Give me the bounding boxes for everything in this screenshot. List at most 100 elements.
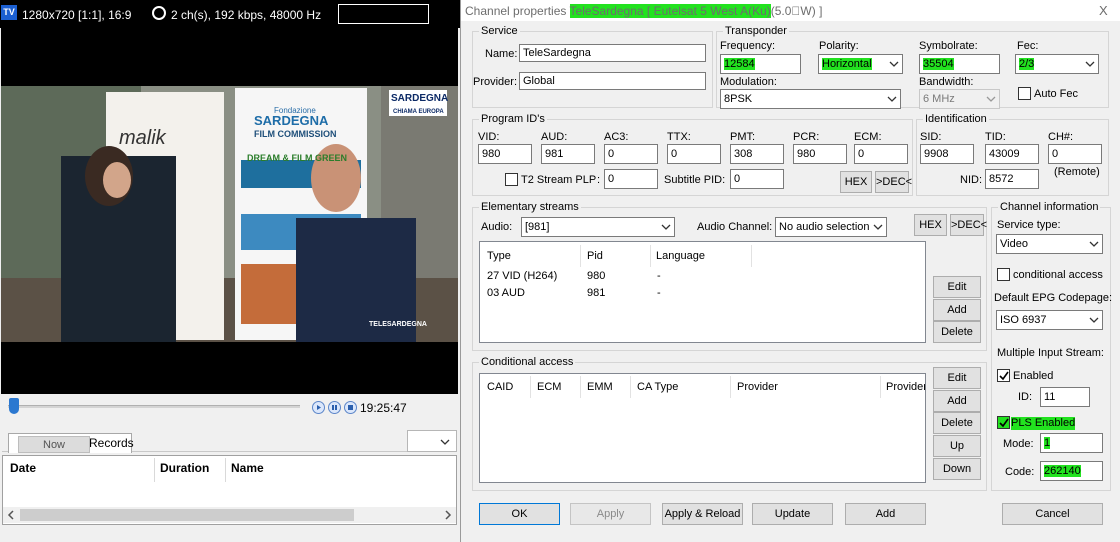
modulation-select[interactable]: 8PSK xyxy=(720,89,901,109)
ca-down-button[interactable]: Down xyxy=(933,458,981,480)
pcr-field[interactable]: 980 xyxy=(793,144,847,164)
pids-hex-button[interactable]: HEX xyxy=(840,171,872,193)
ca-col-emm[interactable]: EMM xyxy=(587,381,613,394)
audio-channel-value: No audio selection xyxy=(779,221,870,233)
chevron-down-icon xyxy=(889,61,899,67)
player-panel: TV 1280x720 [1:1], 16:9 2 ch(s), 192 kbp… xyxy=(0,0,460,542)
aud-field[interactable]: 981 xyxy=(541,144,595,164)
pause-icon[interactable] xyxy=(328,401,341,414)
audio-channel-select[interactable]: No audio selection xyxy=(775,217,887,237)
apply-button[interactable]: Apply xyxy=(570,503,651,525)
polarity-select[interactable]: Horizontal xyxy=(818,54,903,74)
close-icon[interactable]: X xyxy=(1099,3,1108,18)
pls-enabled-checkbox[interactable] xyxy=(997,416,1010,429)
streams-list[interactable]: Type Pid Language 27 VID (H264) 980 - 03… xyxy=(479,241,926,343)
resolution-info: 1280x720 [1:1], 16:9 xyxy=(22,8,132,22)
ecm-field[interactable]: 0 xyxy=(854,144,908,164)
epg-hscrollbar[interactable] xyxy=(3,507,456,523)
vid-field[interactable]: 980 xyxy=(478,144,532,164)
service-type-value: Video xyxy=(1000,238,1028,250)
ca-edit-button[interactable]: Edit xyxy=(933,367,981,389)
ca-col-caid[interactable]: CAID xyxy=(487,381,513,394)
nid-field[interactable]: 8572 xyxy=(985,169,1039,189)
ca-col-ca-type[interactable]: CA Type xyxy=(637,381,678,394)
video-frame[interactable]: Fondazione SARDEGNA FILM COMMISSION DREA… xyxy=(1,28,458,394)
epg-codepage-select[interactable]: ISO 6937 xyxy=(996,310,1103,330)
ok-button[interactable]: OK xyxy=(479,503,560,525)
scroll-right-icon[interactable] xyxy=(442,507,454,523)
ch-number-field[interactable]: 0 xyxy=(1048,144,1102,164)
tab-records-label: Records xyxy=(89,436,134,450)
epg-col-name[interactable]: Name xyxy=(231,462,264,475)
tab-now-label: Now xyxy=(43,439,66,451)
seek-track[interactable] xyxy=(8,405,300,408)
add-button[interactable]: Add xyxy=(845,503,926,525)
pmt-label: PMT: xyxy=(730,131,756,143)
ca-add-button[interactable]: Add xyxy=(933,390,981,412)
banner-title: SARDEGNA xyxy=(254,113,329,128)
play-icon[interactable] xyxy=(312,401,325,414)
pmt-field[interactable]: 308 xyxy=(730,144,784,164)
name-field[interactable]: TeleSardegna xyxy=(519,44,706,62)
mis-enabled-checkbox[interactable] xyxy=(997,369,1010,382)
epg-col-date[interactable]: Date xyxy=(10,462,36,475)
checkmark-icon xyxy=(999,371,1009,381)
scroll-left-icon[interactable] xyxy=(5,507,17,523)
streams-dec-button[interactable]: >DEC< xyxy=(950,214,987,236)
pcr-label: PCR: xyxy=(793,131,820,143)
streams-col-language[interactable]: Language xyxy=(656,250,705,263)
streams-col-pid[interactable]: Pid xyxy=(587,250,603,263)
auto-fec-label: Auto Fec xyxy=(1034,88,1079,100)
ca-col-provider-2[interactable]: Provider xyxy=(886,381,925,394)
bandwidth-select[interactable]: 6 MHz xyxy=(919,89,1000,109)
table-row[interactable]: 27 VID (H264) 980 - xyxy=(481,269,921,285)
subtitle-pid-field[interactable]: 0 xyxy=(730,169,784,189)
fec-select[interactable]: 2/3 xyxy=(1015,54,1099,74)
ttx-field[interactable]: 0 xyxy=(667,144,721,164)
t2-stream-plp-checkbox[interactable] xyxy=(505,173,518,186)
tab-now[interactable]: Now xyxy=(18,436,90,453)
pls-code-field[interactable]: 262140 xyxy=(1040,461,1103,481)
conditional-access-checkbox[interactable] xyxy=(997,268,1010,281)
mis-id-field[interactable]: 11 xyxy=(1040,387,1090,407)
ch-number-label: CH#: xyxy=(1048,131,1074,143)
epg-dropdown[interactable] xyxy=(407,430,457,452)
service-type-select[interactable]: Video xyxy=(996,234,1103,254)
stop-icon[interactable] xyxy=(344,401,357,414)
ca-col-ecm[interactable]: ECM xyxy=(537,381,561,394)
ca-list[interactable]: CAID ECM EMM CA Type Provider Provider xyxy=(479,373,926,483)
ca-delete-button[interactable]: Delete xyxy=(933,412,981,434)
streams-hex-button[interactable]: HEX xyxy=(914,214,947,236)
streams-edit-button[interactable]: Edit xyxy=(933,276,981,298)
update-button[interactable]: Update xyxy=(752,503,833,525)
pls-mode-field[interactable]: 1 xyxy=(1040,433,1103,453)
symbolrate-field[interactable]: 35504 xyxy=(919,54,1000,74)
epg-scroll-thumb[interactable] xyxy=(20,509,354,521)
tv-logo-icon: TV xyxy=(1,5,17,20)
ca-col-provider[interactable]: Provider xyxy=(737,381,778,394)
apply-reload-button[interactable]: Apply & Reload xyxy=(662,503,743,525)
sid-field[interactable]: 9908 xyxy=(920,144,974,164)
ecm-label: ECM: xyxy=(854,131,882,143)
pids-dec-button[interactable]: >DEC< xyxy=(875,171,912,193)
audio-select[interactable]: [981] xyxy=(521,217,675,237)
seek-thumb[interactable] xyxy=(8,398,19,414)
ac3-field[interactable]: 0 xyxy=(604,144,658,164)
ca-up-button[interactable]: Up xyxy=(933,435,981,457)
streams-add-button[interactable]: Add xyxy=(933,299,981,321)
modulation-label: Modulation: xyxy=(720,76,777,88)
epg-col-duration[interactable]: Duration xyxy=(160,462,209,475)
streams-col-type[interactable]: Type xyxy=(487,250,511,263)
provider-field[interactable]: Global xyxy=(519,72,706,90)
tid-field[interactable]: 43009 xyxy=(985,144,1039,164)
t2-stream-plp-field[interactable]: 0 xyxy=(604,169,658,189)
pls-code-label: Code: xyxy=(1005,466,1035,478)
cancel-button[interactable]: Cancel xyxy=(1002,503,1103,525)
auto-fec-checkbox[interactable] xyxy=(1018,87,1031,100)
streams-delete-button[interactable]: Delete xyxy=(933,321,981,343)
frequency-field[interactable]: 12584 xyxy=(720,54,801,74)
epg-codepage-value: ISO 6937 xyxy=(1000,314,1047,326)
col-divider xyxy=(751,245,752,267)
provider-label: Provider: xyxy=(473,76,518,88)
table-row[interactable]: 03 AUD 981 - xyxy=(481,286,921,302)
